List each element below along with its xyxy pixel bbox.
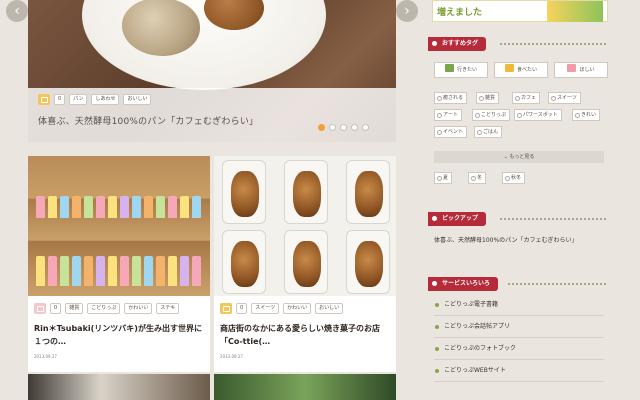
tag-chip[interactable]: おいしい <box>123 94 152 105</box>
card-image-garden[interactable] <box>214 374 396 400</box>
service-link[interactable]: こどりっぷ会話帖アプリ <box>434 316 604 338</box>
like-icon[interactable] <box>220 303 232 314</box>
slider-dot[interactable] <box>318 124 325 131</box>
tag-chip[interactable]: 秋冬 <box>502 172 526 184</box>
main-content: 0 パン しあわせ おいしい 体喜ぶ、天然酵母100%のパン「カフェむぎわらい」 <box>28 0 396 400</box>
card-date: 2013.09.27 <box>220 354 243 359</box>
tag-chip[interactable]: 冬 <box>468 172 487 184</box>
slider-dot[interactable] <box>340 124 347 131</box>
bag-icon <box>567 64 577 72</box>
tag-chip[interactable]: 雑貨 <box>476 92 500 104</box>
tag-chip[interactable]: 夏 <box>434 172 453 184</box>
banner-decoration <box>547 1 603 22</box>
hero-tag-row: 0 パン しあわせ おいしい <box>38 94 152 105</box>
card-tag-row: 0 スイーツ かわいい おいしい <box>220 303 344 314</box>
tag-chip[interactable]: しあわせ <box>91 94 120 105</box>
page: ‹ › 0 パン しあわせ おいしい 体喜ぶ、天然酵母100%のパン「カフェむぎ… <box>0 0 640 400</box>
tag-chip[interactable]: 雑貨 <box>65 303 84 314</box>
article-cards: 0 雑貨 こどりっぷ かわいい ステキ Rin＊Tsubaki(リンツバキ)が生… <box>28 156 396 372</box>
tag-chip[interactable]: かわいい <box>283 303 312 314</box>
ribbon-divider <box>500 218 606 220</box>
section-ribbon: おすすめタグ <box>428 37 487 51</box>
ribbon-divider <box>508 283 606 285</box>
card-image-interior[interactable] <box>28 374 210 400</box>
service-list: こどりっぷ電子書籍 こどりっぷ会話帖アプリ こどりっぷのフォトブック こどりっぷ… <box>434 294 604 382</box>
tag-chip[interactable]: ステキ <box>156 303 180 314</box>
mood-button-eat[interactable]: 食べたい <box>494 62 548 78</box>
hero-slider[interactable]: 0 パン しあわせ おいしい 体喜ぶ、天然酵母100%のパン「カフェむぎわらい」 <box>28 0 396 142</box>
show-more-button[interactable]: ⌄ もっと見る <box>434 151 604 163</box>
hero-image-bread <box>122 0 200 56</box>
card-tag-row: 0 雑貨 こどりっぷ かわいい ステキ <box>34 303 180 314</box>
section-ribbon: ピックアップ <box>428 212 487 226</box>
sidebar-banner[interactable]: 増えました <box>432 0 608 22</box>
service-link[interactable]: こどりっぷWEBサイト <box>434 360 604 382</box>
slider-dot[interactable] <box>351 124 358 131</box>
like-count: 0 <box>54 94 66 105</box>
footprint-icon <box>444 64 454 72</box>
slider-dot[interactable] <box>362 124 369 131</box>
card-title[interactable]: Rin＊Tsubaki(リンツバキ)が生み出す世界に１つの… <box>34 322 208 348</box>
slider-dot[interactable] <box>329 124 336 131</box>
hero-title[interactable]: 体喜ぶ、天然酵母100%のパン「カフェむぎわらい」 <box>38 114 258 127</box>
ribbon-divider <box>500 43 606 45</box>
tag-chip[interactable]: ごはん <box>474 126 503 138</box>
card-date: 2013.09.27 <box>34 354 57 359</box>
section-ribbon: サービスいろいろ <box>428 277 499 291</box>
tag-chip[interactable]: パン <box>69 94 88 105</box>
article-card[interactable]: 0 雑貨 こどりっぷ かわいい ステキ Rin＊Tsubaki(リンツバキ)が生… <box>28 156 210 372</box>
mood-button-want[interactable]: ほしい <box>554 62 608 78</box>
like-icon[interactable] <box>34 303 46 314</box>
sidebar: 増えました おすすめタグ 行きたい 食べたい ほしい 癒される 雑貨 カフェ ス… <box>428 0 612 400</box>
tag-chip[interactable]: カフェ <box>512 92 541 104</box>
pickup-link[interactable]: 体喜ぶ、天然酵母100%のパン「カフェむぎわらい」 <box>434 235 577 244</box>
tag-chip[interactable]: こどりっぷ <box>472 109 511 121</box>
tag-chip[interactable]: おいしい <box>315 303 344 314</box>
banner-text: 増えました <box>437 8 483 18</box>
service-link[interactable]: こどりっぷのフォトブック <box>434 338 604 360</box>
tag-chip[interactable]: かわいい <box>124 303 153 314</box>
tag-chip[interactable]: スイーツ <box>548 92 581 104</box>
tag-chip[interactable]: きれい <box>572 109 601 121</box>
bowl-icon <box>504 64 514 72</box>
tag-chip[interactable]: こどりっぷ <box>87 303 121 314</box>
tag-chip[interactable]: 癒される <box>434 92 468 104</box>
service-link[interactable]: こどりっぷ電子書籍 <box>434 294 604 316</box>
card-title[interactable]: 商店街のなかにある愛らしい焼き菓子のお店「Co-ttie(… <box>220 322 394 348</box>
article-card[interactable]: 0 スイーツ かわいい おいしい 商店街のなかにある愛らしい焼き菓子のお店「Co… <box>214 156 396 372</box>
tag-chip[interactable]: スイーツ <box>251 303 280 314</box>
card-image-candles <box>28 156 210 296</box>
card-image-pastries <box>214 156 396 296</box>
tag-chip[interactable]: アート <box>434 109 463 121</box>
tag-chip[interactable]: パワースポット <box>514 109 562 121</box>
like-count: 0 <box>236 303 248 314</box>
more-cards <box>28 374 396 400</box>
tag-chip[interactable]: イベント <box>434 126 468 138</box>
mood-button-go[interactable]: 行きたい <box>434 62 488 78</box>
slider-dots <box>318 124 369 131</box>
prev-arrow-button[interactable]: ‹ <box>6 0 28 22</box>
like-icon[interactable] <box>38 94 50 105</box>
like-count: 0 <box>50 303 62 314</box>
next-arrow-button[interactable]: › <box>396 0 418 22</box>
